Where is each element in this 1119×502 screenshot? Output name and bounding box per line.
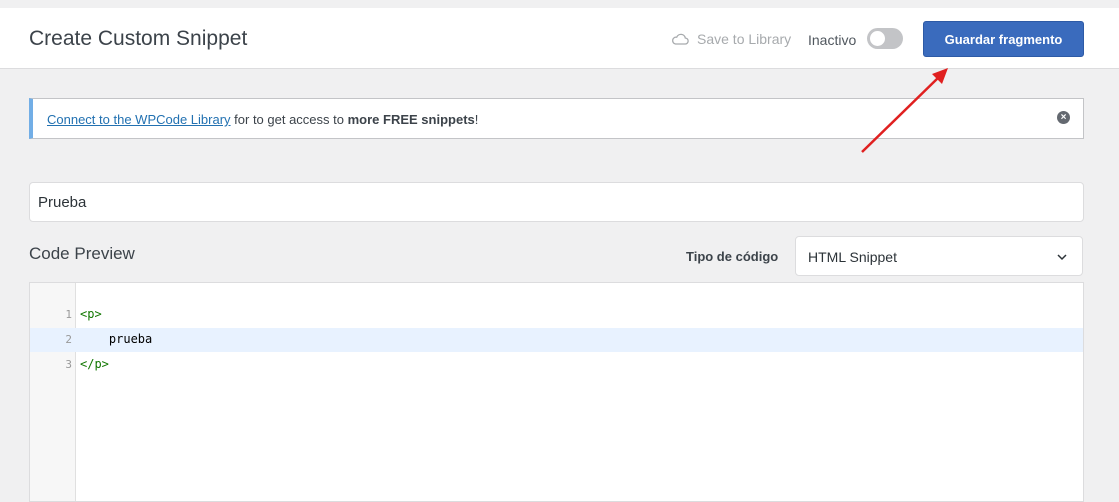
close-icon[interactable]: × (1057, 111, 1070, 124)
code-preview-title: Code Preview (29, 244, 135, 263)
line-code: </p> (80, 357, 109, 371)
save-snippet-button[interactable]: Guardar fragmento (923, 21, 1084, 57)
save-to-library-label: Save to Library (697, 31, 792, 47)
line-number: 1 (65, 308, 72, 321)
top-strip (0, 0, 1119, 8)
line-number: 3 (65, 358, 72, 371)
code-type-label: Tipo de código (686, 249, 779, 264)
save-to-library-button[interactable]: Save to Library (671, 31, 791, 47)
notice-bold: more FREE snippets (347, 112, 475, 127)
cloud-icon (672, 33, 689, 45)
library-notice: Connect to the WPCode Library for to get… (29, 98, 1084, 139)
toggle-knob (870, 31, 885, 46)
connect-library-link[interactable]: Connect to the WPCode Library (47, 112, 231, 127)
line-code: prueba (80, 332, 153, 346)
active-toggle[interactable] (867, 28, 903, 49)
page-header: Create Custom Snippet Save to Library In… (0, 8, 1119, 69)
code-line[interactable]: 1 <p> (30, 303, 1083, 327)
line-code: <p> (80, 307, 102, 321)
status-label: Inactivo (808, 32, 857, 48)
line-number: 2 (65, 333, 72, 346)
code-line-active[interactable]: 2 prueba (30, 328, 1083, 352)
code-type-value: HTML Snippet (808, 249, 897, 265)
notice-text: Connect to the WPCode Library for to get… (47, 112, 478, 127)
code-line[interactable]: 3 </p> (30, 353, 1083, 377)
notice-middle: for to get access to (230, 112, 348, 127)
code-editor[interactable]: 1 <p> 2 prueba 3 </p> (29, 282, 1084, 502)
notice-end: ! (474, 112, 479, 127)
chevron-down-icon (1057, 254, 1067, 261)
snippet-title-input[interactable]: Prueba (29, 182, 1084, 222)
page-title: Create Custom Snippet (29, 27, 248, 50)
code-type-select[interactable]: HTML Snippet (795, 236, 1083, 276)
